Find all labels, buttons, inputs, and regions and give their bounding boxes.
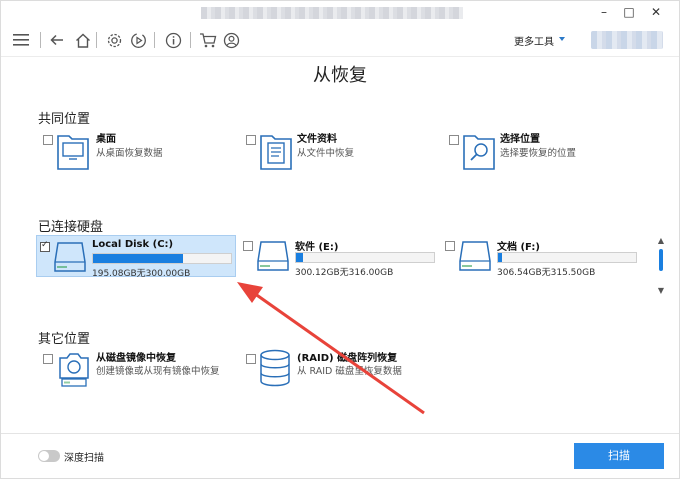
disk-f-usage-fill [498, 253, 503, 262]
scan-button[interactable]: 扫描 [574, 443, 664, 469]
scroll-up-icon[interactable]: ▲ [657, 237, 665, 245]
disk-c-name: Local Disk (C:) [92, 239, 174, 250]
desktop-desc: 从桌面恢复数据 [96, 148, 163, 159]
app-window: – □ ✕ 更多工具 从恢复 共同位置 桌面 从桌面恢复数据 文件资料 从文件中… [0, 0, 680, 479]
gear-icon[interactable] [104, 30, 124, 50]
disk-f-checkbox[interactable] [445, 241, 455, 251]
documents-name[interactable]: 文件资料 [297, 130, 337, 145]
section-title-disks: 已连接硬盘 [38, 220, 104, 235]
toolbar-divider [96, 32, 97, 48]
account-icon[interactable] [221, 30, 241, 50]
section-title-common: 共同位置 [38, 112, 91, 127]
disk-c-usage-bar [92, 253, 232, 264]
choose-location-checkbox[interactable] [449, 135, 459, 145]
disk-f-size: 306.54GB无315.50GB [497, 268, 596, 278]
disk-card-c[interactable]: Local Disk (C:) 195.08GB无300.00GB [36, 235, 236, 279]
raid-name[interactable]: (RAID) 磁盘阵列恢复 [297, 349, 397, 364]
chevron-down-icon[interactable] [559, 37, 565, 41]
back-arrow-icon[interactable] [47, 30, 67, 50]
documents-desc: 从文件中恢复 [297, 148, 355, 159]
menu-icon[interactable] [11, 30, 31, 50]
disk-c-checkbox[interactable] [40, 240, 50, 252]
footer-bar: 深度扫描 扫描 [1, 433, 679, 479]
documents-folder-icon [259, 131, 293, 175]
choose-location-name[interactable]: 选择位置 [500, 130, 540, 145]
choose-location-desc: 选择要恢复的位置 [500, 148, 577, 159]
disk-c-size: 195.08GB无300.00GB [92, 269, 191, 279]
hard-drive-icon [53, 240, 87, 278]
playback-icon[interactable] [128, 30, 148, 50]
more-tools-menu[interactable]: 更多工具 [514, 33, 554, 48]
section-title-other: 其它位置 [38, 332, 91, 347]
disk-f-usage-bar [497, 252, 637, 263]
disk-e-size: 300.12GB无316.00GB [295, 268, 394, 278]
scroll-thumb[interactable] [659, 249, 663, 271]
desktop-folder-icon [56, 131, 90, 175]
minimize-button[interactable]: – [593, 3, 615, 21]
toolbar: 更多工具 [1, 23, 679, 57]
disk-card-f[interactable]: 文档 (F:) 306.54GB无315.50GB [442, 235, 642, 278]
blurred-user-area [591, 31, 663, 49]
desktop-name[interactable]: 桌面 [96, 130, 116, 145]
camera-disk-icon [56, 348, 92, 392]
disk-list-scrollbar[interactable]: ▲ ▼ [655, 237, 667, 297]
raid-desc: 从 RAID 磁盘里恢复数据 [297, 366, 402, 377]
hard-drive-icon [458, 239, 492, 277]
cart-icon[interactable] [198, 30, 218, 50]
toolbar-divider [190, 32, 191, 48]
disk-e-usage-bar [295, 252, 435, 263]
hard-drive-icon [256, 239, 290, 277]
disk-image-name[interactable]: 从磁盘镜像中恢复 [96, 349, 176, 364]
disk-image-desc: 创建镜像或从现有镜像中恢复 [96, 366, 220, 377]
deep-scan-toggle[interactable] [38, 450, 60, 462]
toggle-knob [39, 451, 49, 461]
disk-e-name: 软件 (E:) [295, 242, 339, 253]
close-button[interactable]: ✕ [645, 3, 667, 21]
disk-f-name: 文档 (F:) [497, 242, 540, 253]
home-icon[interactable] [73, 30, 93, 50]
toolbar-divider [40, 32, 41, 48]
disk-c-usage-fill [93, 254, 183, 263]
database-icon [258, 348, 292, 392]
toolbar-divider [154, 32, 155, 48]
raid-checkbox[interactable] [246, 354, 256, 364]
desktop-checkbox[interactable] [43, 135, 53, 145]
maximize-button[interactable]: □ [618, 3, 640, 21]
disk-e-checkbox[interactable] [243, 241, 253, 251]
blurred-title [201, 7, 463, 19]
disk-image-checkbox[interactable] [43, 354, 53, 364]
documents-checkbox[interactable] [246, 135, 256, 145]
page-title: 从恢复 [313, 65, 367, 86]
search-folder-icon [462, 131, 496, 175]
disk-card-e[interactable]: 软件 (E:) 300.12GB无316.00GB [240, 235, 440, 278]
disk-e-usage-fill [296, 253, 303, 262]
info-icon[interactable] [163, 30, 183, 50]
deep-scan-label: 深度扫描 [64, 453, 104, 464]
title-bar: – □ ✕ [1, 1, 679, 23]
scroll-down-icon[interactable]: ▼ [657, 287, 665, 295]
